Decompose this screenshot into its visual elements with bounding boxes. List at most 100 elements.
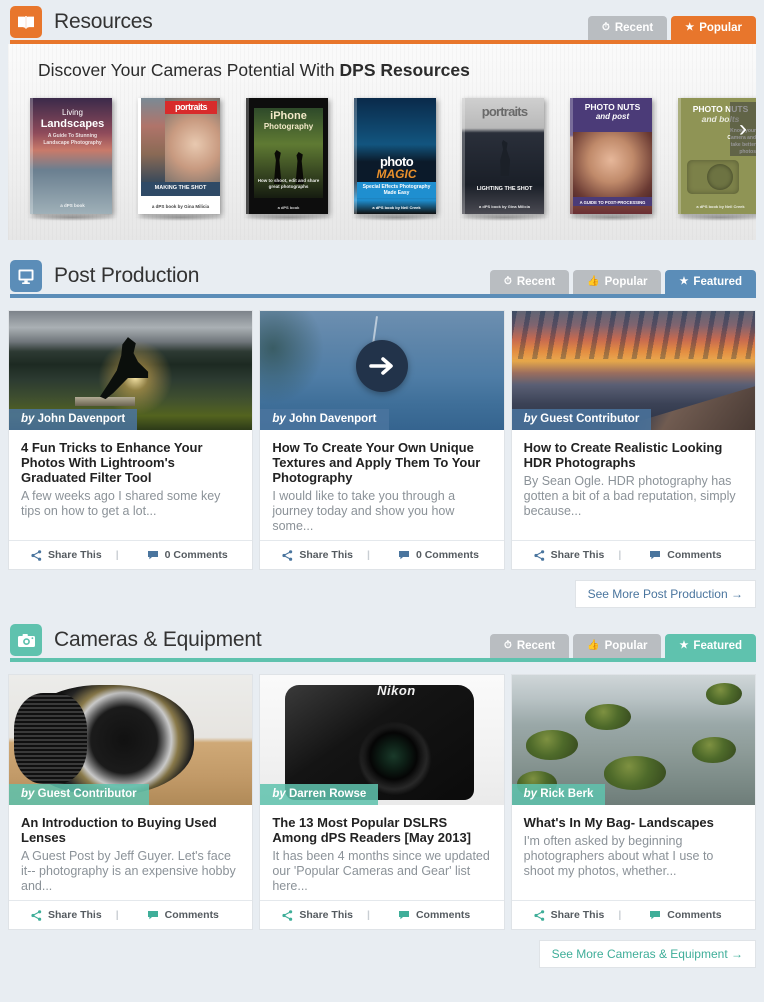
comments-button[interactable]: Comments <box>649 909 722 921</box>
book-cover-portraits-lighting-the-shot: portraits LIGHTING THE SHOT a dPS book b… <box>462 98 544 214</box>
book-cover-iphone-photography: iPhone Photography How to shoot, edit an… <box>246 98 328 214</box>
book-cover-photo-nuts-and-post: PHOTO NUTS and post A GUIDE TO POST-PROC… <box>570 98 652 214</box>
share-label: Share This <box>550 909 605 921</box>
tab-featured[interactable]: ★ Featured <box>665 634 756 658</box>
section-rule <box>10 294 756 298</box>
article-card[interactable]: by John Davenport 4 Fun Tricks to Enhanc… <box>8 310 254 570</box>
article-title[interactable]: How To Create Your Own Unique Textures a… <box>272 440 491 485</box>
section-rule <box>10 658 756 662</box>
book-item[interactable]: photo MAGIC Special Effects Photography … <box>346 98 444 222</box>
article-excerpt: A few weeks ago I shared some key tips o… <box>21 489 221 518</box>
book-cover-portraits-making-the-shot: portraits MAKING THE SHOT a dPS book by … <box>138 98 220 214</box>
footer-divider: | <box>115 909 119 921</box>
share-icon <box>534 549 544 561</box>
comments-button[interactable]: Comments <box>398 909 470 921</box>
tab-popular[interactable]: ★ Popular <box>671 16 756 40</box>
tab-recent[interactable]: ⏱ Recent <box>588 16 668 40</box>
comment-icon <box>398 551 409 560</box>
comments-button[interactable]: 0 Comments <box>398 549 479 561</box>
article-card[interactable]: Nikon by Darren Rowse The 13 Most Popula… <box>259 674 505 930</box>
article-thumbnail: Nikon by Darren Rowse <box>260 675 504 805</box>
post-production-card-grid: by John Davenport 4 Fun Tricks to Enhanc… <box>8 310 756 570</box>
article-footer: Share This | 0 Comments <box>9 540 253 569</box>
share-this-button[interactable]: Share This <box>534 549 605 561</box>
book-item[interactable]: iPhone Photography How to shoot, edit an… <box>238 98 336 222</box>
article-excerpt: A Guest Post by Jeff Guyer. Let's face i… <box>21 849 236 893</box>
share-this-button[interactable]: Share This <box>282 549 353 561</box>
nikon-wordmark: Nikon <box>377 682 416 698</box>
article-footer: Share This | Comments <box>260 900 504 929</box>
comment-icon <box>650 551 661 560</box>
share-icon <box>534 909 544 921</box>
share-this-button[interactable]: Share This <box>31 909 102 921</box>
article-byline: by John Davenport <box>9 409 138 430</box>
tabs-post-production: ⏱ Recent 👍 Popular ★ Featured <box>490 270 756 294</box>
article-card[interactable]: by John Davenport How To Create Your Own… <box>259 310 505 570</box>
article-body: What's In My Bag- Landscapes I'm often a… <box>512 805 755 900</box>
play-arrow-button[interactable] <box>355 339 408 392</box>
book-item[interactable]: portraits LIGHTING THE SHOT a dPS book b… <box>454 98 552 222</box>
article-thumbnail: by Guest Contributor <box>9 675 253 805</box>
comment-icon <box>147 551 158 560</box>
see-more-post-production-button[interactable]: See More Post Production → <box>574 580 756 608</box>
section-title: Post Production <box>54 264 200 287</box>
book-item[interactable]: portraits MAKING THE SHOT a dPS book by … <box>130 98 228 222</box>
share-this-button[interactable]: Share This <box>282 909 353 921</box>
article-body: How To Create Your Own Unique Textures a… <box>260 430 503 540</box>
book-cover-photo-magic: photo MAGIC Special Effects Photography … <box>354 98 436 214</box>
tab-recent[interactable]: ⏱ Recent <box>490 634 570 658</box>
article-title[interactable]: 4 Fun Tricks to Enhance Your Photos With… <box>21 440 240 485</box>
article-card[interactable]: by Rick Berk What's In My Bag- Landscape… <box>510 674 756 930</box>
tab-popular[interactable]: 👍 Popular <box>573 270 662 294</box>
footer-divider: | <box>618 909 622 921</box>
comment-icon <box>650 911 661 920</box>
article-card[interactable]: by Guest Contributor How to Create Reali… <box>510 310 756 570</box>
tab-popular[interactable]: 👍 Popular <box>573 634 662 658</box>
comments-button[interactable]: Comments <box>147 909 219 921</box>
article-title[interactable]: The 13 Most Popular DSLRS Among dPS Read… <box>272 815 491 845</box>
comments-button[interactable]: 0 Comments <box>147 549 228 561</box>
book-item[interactable]: PHOTO NUTS and post A GUIDE TO POST-PROC… <box>562 98 660 222</box>
section-header-resources: Resources ⏱ Recent ★ Popular <box>0 0 764 44</box>
section-title: Cameras & Equipment <box>54 628 262 651</box>
article-title[interactable]: An Introduction to Buying Used Lenses <box>21 815 240 845</box>
tabs-resources: ⏱ Recent ★ Popular <box>588 16 756 40</box>
article-title[interactable]: What's In My Bag- Landscapes <box>524 815 743 830</box>
article-excerpt: I would like to take you through a journ… <box>272 489 456 533</box>
thumb-up-icon: 👍 <box>587 640 600 651</box>
article-excerpt: It has been 4 months since we updated ou… <box>272 849 490 893</box>
article-byline: by Rick Berk <box>511 784 606 805</box>
section-header-post-production: Post Production ⏱ Recent 👍 Popular ★ Featur… <box>0 254 764 298</box>
comments-label: Comments <box>667 549 722 561</box>
book-item[interactable]: Living Landscapes A Guide To Stunning La… <box>22 98 120 222</box>
see-more-cameras-button[interactable]: See More Cameras & Equipment → <box>538 940 756 968</box>
article-card[interactable]: by Guest Contributor An Introduction to … <box>8 674 254 930</box>
tab-recent[interactable]: ⏱ Recent <box>490 270 570 294</box>
monitor-icon <box>10 260 42 292</box>
comments-button[interactable]: Comments <box>649 549 722 561</box>
article-excerpt: I'm often asked by beginning photographe… <box>523 834 714 878</box>
article-title[interactable]: How to Create Realistic Looking HDR Phot… <box>524 440 743 470</box>
article-footer: Share This | Comments <box>9 900 253 929</box>
share-this-button[interactable]: Share This <box>534 909 605 921</box>
tab-featured[interactable]: ★ Featured <box>665 270 756 294</box>
comment-icon <box>398 911 409 920</box>
article-footer: Share This | Comments <box>511 540 755 569</box>
comments-label: 0 Comments <box>164 549 228 561</box>
share-label: Share This <box>48 549 102 561</box>
thumb-up-icon: 👍 <box>587 276 600 287</box>
carousel-next-arrow[interactable]: › <box>730 102 756 156</box>
article-thumbnail: by John Davenport <box>9 311 253 430</box>
article-body: The 13 Most Popular DSLRS Among dPS Read… <box>260 805 503 900</box>
article-body: 4 Fun Tricks to Enhance Your Photos With… <box>9 430 252 540</box>
article-thumbnail: by John Davenport <box>260 311 504 430</box>
see-more-row-cameras: See More Cameras & Equipment → <box>8 940 756 968</box>
clock-icon: ⏱ <box>602 22 610 33</box>
article-body: How to Create Realistic Looking HDR Phot… <box>512 430 755 540</box>
book-shelf: Living Landscapes A Guide To Stunning La… <box>8 92 756 222</box>
share-label: Share This <box>299 909 354 921</box>
share-label: Share This <box>48 909 102 921</box>
share-label: Share This <box>550 549 605 561</box>
share-this-button[interactable]: Share This <box>31 549 102 561</box>
resources-carousel: Discover Your Cameras Potential With DPS… <box>8 44 756 240</box>
